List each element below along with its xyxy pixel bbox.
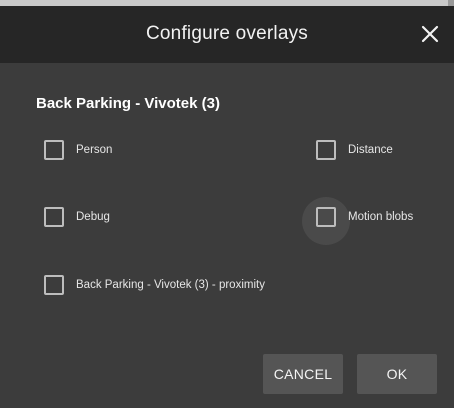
cancel-button[interactable]: CANCEL <box>263 354 343 394</box>
overlay-option-label: Motion blobs <box>348 211 414 223</box>
close-button[interactable] <box>416 20 444 48</box>
overlay-option-motion-blobs[interactable]: Motion blobs <box>316 207 413 227</box>
overlay-option-person[interactable]: Person <box>44 140 112 160</box>
checkbox[interactable] <box>44 275 64 295</box>
camera-name-heading: Back Parking - Vivotek (3) <box>36 95 220 112</box>
overlay-option-label: Debug <box>76 211 110 223</box>
checkbox[interactable] <box>316 207 336 227</box>
overlay-option-label: Distance <box>348 144 393 156</box>
dialog-title: Configure overlays <box>145 23 308 44</box>
overlay-option-proximity[interactable]: Back Parking - Vivotek (3) - proximity <box>44 275 265 295</box>
checkbox[interactable] <box>316 140 336 160</box>
checkbox[interactable] <box>44 140 64 160</box>
overlay-option-label: Person <box>76 144 113 156</box>
close-icon <box>421 25 439 43</box>
checkbox[interactable] <box>44 207 64 227</box>
overlay-option-debug[interactable]: Debug <box>44 207 110 227</box>
ok-button[interactable]: OK <box>357 354 437 394</box>
dialog-title-bar: Configure overlays <box>0 6 454 63</box>
overlay-option-label: Back Parking - Vivotek (3) - proximity <box>76 279 265 291</box>
overlay-option-distance[interactable]: Distance <box>316 140 393 160</box>
configure-overlays-dialog: Configure overlays Back Parking - Vivote… <box>0 6 454 408</box>
